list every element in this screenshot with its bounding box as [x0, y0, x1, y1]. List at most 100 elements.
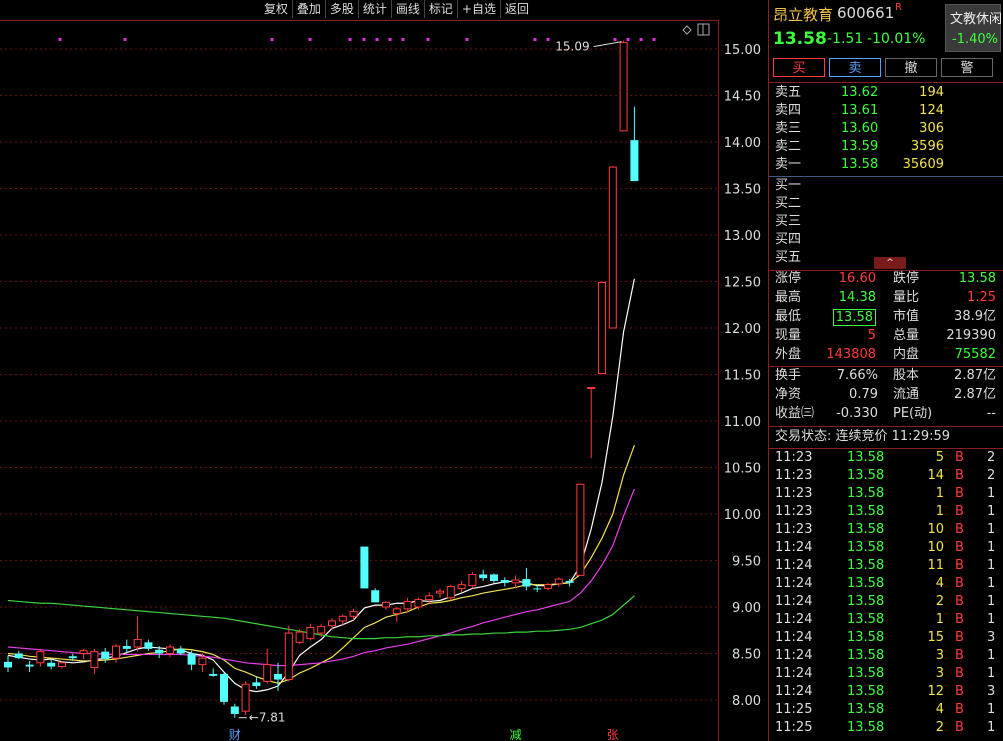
stock-code: 600661 — [837, 4, 895, 22]
event-dot — [388, 38, 392, 41]
tick-count: 2 — [987, 450, 996, 465]
event-marker: 减 — [510, 728, 522, 741]
tick-time: 11:24 — [775, 630, 813, 645]
tick-row: 11:23 13.58 1 B 1 — [769, 485, 1003, 503]
candle-body — [425, 595, 434, 601]
candle-body — [630, 140, 639, 182]
ask-row[interactable]: 卖三 13.60 306 — [769, 120, 1003, 138]
tick-volume: 1 — [935, 504, 944, 519]
alert-button[interactable]: 警 — [941, 58, 993, 77]
tick-time: 11:24 — [775, 612, 813, 627]
statistics-button[interactable]: 统计 — [357, 0, 391, 18]
ask-row[interactable]: 卖四 13.61 124 — [769, 102, 1003, 120]
ask-row[interactable]: 卖一 13.58 35609 — [769, 156, 1003, 174]
candle-body — [479, 574, 488, 579]
candle-body — [68, 656, 77, 659]
event-dot — [626, 38, 630, 41]
ask-volume: 3596 — [910, 139, 944, 154]
candle-body — [587, 387, 596, 390]
mark-button[interactable]: 标记 — [423, 0, 457, 18]
tick-row: 11:23 13.58 5 B 2 — [769, 449, 1003, 467]
multi-stock-button[interactable]: 多股 — [324, 0, 358, 18]
price-tick-label: 9.00 — [732, 601, 761, 616]
draw-line-button[interactable]: 画线 — [390, 0, 424, 18]
expand-toggle-icon[interactable]: ^ — [874, 257, 906, 269]
tick-count: 1 — [987, 486, 996, 501]
tick-volume: 12 — [927, 684, 944, 699]
buy-button[interactable]: 买 — [773, 58, 825, 77]
kline-chart-svg[interactable]: 15.00 14.50 14.00 13.50 13.00 12.50 12.00 11.50… — [0, 0, 768, 741]
cancel-order-button[interactable]: 撤 — [885, 58, 937, 77]
tick-volume: 3 — [935, 666, 944, 681]
candle-body — [209, 673, 218, 676]
tick-row: 11:24 13.58 1 B 1 — [769, 611, 1003, 629]
tick-count: 1 — [987, 666, 996, 681]
price-tick-label: 12.50 — [724, 276, 761, 291]
restore-rights-button[interactable]: 复权 — [259, 0, 292, 18]
tick-side: B — [955, 648, 964, 663]
bid-row[interactable]: 买一 — [769, 177, 1003, 195]
add-watchlist-button[interactable]: +自选 — [456, 0, 500, 18]
sell-button[interactable]: 卖 — [829, 58, 881, 77]
ask-row[interactable]: 卖五 13.62 194 — [769, 84, 1003, 102]
tick-volume: 4 — [935, 576, 944, 591]
low-value: 13.58 — [832, 309, 876, 326]
tick-volume: 1 — [935, 612, 944, 627]
tick-side: B — [955, 504, 964, 519]
overlay-button[interactable]: 叠加 — [291, 0, 325, 18]
ask-price: 13.58 — [841, 157, 879, 172]
candle-body — [166, 646, 174, 654]
tick-volume: 10 — [927, 522, 944, 537]
high-arrow-line — [593, 41, 622, 48]
tick-volume: 11 — [927, 558, 944, 573]
ask-volume: 35609 — [902, 157, 944, 172]
sector-name[interactable]: 文教休闲 — [950, 8, 1002, 27]
event-dot — [348, 38, 352, 41]
tick-row: 11:24 13.58 3 B 1 — [769, 647, 1003, 665]
bid-row[interactable]: 买三 — [769, 213, 1003, 231]
tick-price: 13.58 — [847, 486, 885, 501]
tick-row: 11:24 13.58 10 B 1 — [769, 539, 1003, 557]
event-dot — [613, 38, 617, 41]
event-dot — [308, 38, 312, 41]
bid-row[interactable]: 买四 — [769, 231, 1003, 249]
share-capital-value: 2.87亿 — [954, 368, 996, 383]
price-change: -1.51 — [827, 31, 864, 47]
back-button[interactable]: 返回 — [499, 0, 533, 18]
tick-count: 1 — [987, 522, 996, 537]
tick-row: 11:23 13.58 14 B 2 — [769, 467, 1003, 485]
tick-count: 2 — [987, 468, 996, 483]
price-tick-label: 13.50 — [724, 183, 761, 198]
tick-price: 13.58 — [847, 540, 885, 555]
kline-chart[interactable]: 15.00 14.50 14.00 13.50 13.00 12.50 12.00 11.50… — [0, 0, 768, 741]
event-dot — [123, 38, 127, 41]
event-dot — [546, 38, 550, 41]
event-dot — [375, 38, 379, 41]
ask-price: 13.60 — [841, 121, 879, 136]
tick-time: 11:24 — [775, 648, 813, 663]
candle-body — [371, 590, 380, 603]
bid-row[interactable]: 买二 — [769, 195, 1003, 213]
candle-body — [263, 664, 272, 682]
divider — [769, 426, 1003, 427]
tick-price: 13.58 — [847, 666, 885, 681]
tick-row: 11:24 13.58 2 B 1 — [769, 593, 1003, 611]
percent-change: -10.01% — [867, 31, 926, 47]
candle-body — [576, 483, 585, 576]
ask-row[interactable]: 卖二 13.59 3596 — [769, 138, 1003, 156]
price-tick-label: 10.50 — [724, 462, 761, 477]
candle-body — [522, 579, 531, 587]
tick-time: 11:25 — [775, 702, 813, 717]
candle-body — [457, 584, 466, 589]
tick-time: 11:24 — [775, 576, 813, 591]
candle-body — [338, 615, 347, 622]
margin-flag: R — [895, 2, 902, 13]
tick-count: 1 — [987, 648, 996, 663]
trading-status: 交易状态: 连续竞价 11:29:59 — [775, 429, 951, 444]
candle-body — [112, 645, 120, 659]
tick-side: B — [955, 612, 964, 627]
price-tick-label: 12.00 — [724, 322, 761, 337]
candle-body — [544, 584, 552, 589]
volume-ratio-label: 量比 — [893, 290, 920, 305]
tick-count: 3 — [987, 684, 996, 699]
